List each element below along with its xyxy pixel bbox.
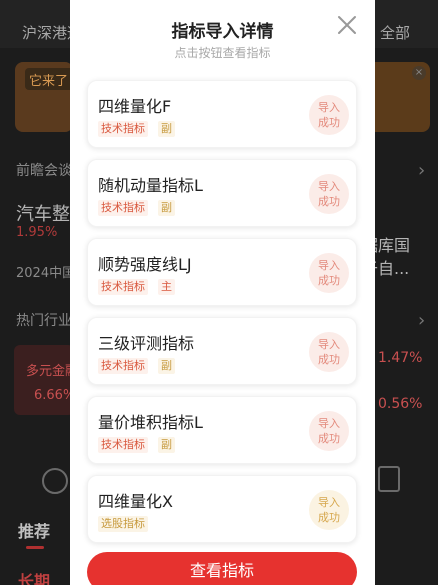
indicator-name: 随机动量指标L bbox=[98, 176, 203, 195]
tab-indicator bbox=[26, 546, 44, 549]
chevron-right-icon[interactable]: › bbox=[418, 160, 425, 181]
banner-chip: 它来了 bbox=[25, 68, 73, 90]
status-line2: 成功 bbox=[318, 353, 340, 366]
status-line1: 导入 bbox=[318, 496, 340, 509]
indicator-category-tag: 技术指标 bbox=[98, 200, 148, 216]
indicator-category-tag: 技术指标 bbox=[98, 358, 148, 374]
document-icon[interactable] bbox=[378, 466, 400, 492]
indicator-card[interactable]: 三级评测指标 技术指标 副 导入 成功 bbox=[87, 317, 357, 385]
indicator-type-tag: 主 bbox=[158, 279, 175, 295]
indicator-name: 四维量化F bbox=[98, 97, 172, 116]
section-preview: 前瞻会谈 bbox=[16, 163, 72, 179]
indicator-tags: 技术指标 副 bbox=[98, 437, 175, 453]
indicator-type-tag: 副 bbox=[158, 200, 175, 216]
hot-sector-change-right: 1.47% bbox=[378, 350, 423, 366]
status-line1: 导入 bbox=[318, 417, 340, 430]
close-icon[interactable] bbox=[332, 10, 362, 40]
promo-banner[interactable]: 它来了 bbox=[15, 62, 73, 132]
indicator-tags: 技术指标 副 bbox=[98, 358, 175, 374]
indicator-import-modal: 指标导入详情 点击按钮查看指标 四维量化F 技术指标 副 导入 成功 随机动量指… bbox=[70, 0, 375, 585]
status-line1: 导入 bbox=[318, 338, 340, 351]
status-line2: 成功 bbox=[318, 511, 340, 524]
modal-title: 指标导入详情 bbox=[171, 22, 274, 42]
indicator-tags: 选股指标 bbox=[98, 516, 148, 532]
chevron-right-icon[interactable]: › bbox=[418, 310, 425, 331]
indicator-type-tag: 副 bbox=[158, 121, 175, 137]
status-line2: 成功 bbox=[318, 432, 340, 445]
banner-close-icon[interactable]: × bbox=[412, 66, 426, 80]
import-success-badge: 导入 成功 bbox=[309, 174, 349, 214]
import-success-badge: 导入 成功 bbox=[309, 332, 349, 372]
view-indicators-button[interactable]: 查看指标 bbox=[87, 552, 357, 585]
indicator-name: 四维量化X bbox=[98, 492, 173, 511]
indicator-category-tag: 技术指标 bbox=[98, 437, 148, 453]
all-tab[interactable]: 全部 bbox=[380, 22, 410, 43]
status-line1: 导入 bbox=[318, 259, 340, 272]
indicator-type-tag: 副 bbox=[158, 437, 175, 453]
modal-subtitle: 点击按钮查看指标 bbox=[174, 46, 271, 60]
indicator-card[interactable]: 量价堆积指标L 技术指标 副 导入 成功 bbox=[87, 396, 357, 464]
indicator-name: 三级评测指标 bbox=[98, 334, 195, 353]
status-line1: 导入 bbox=[318, 101, 340, 114]
add-icon[interactable] bbox=[42, 468, 68, 494]
import-success-badge: 导入 成功 bbox=[309, 253, 349, 293]
import-success-badge: 导入 成功 bbox=[309, 490, 349, 530]
indicator-tags: 技术指标 副 bbox=[98, 121, 175, 137]
tab-recommend[interactable]: 推荐 bbox=[18, 518, 50, 542]
close-button[interactable] bbox=[332, 10, 362, 40]
tab-longterm[interactable]: 长期 bbox=[18, 568, 50, 585]
hot-sector-card[interactable] bbox=[14, 345, 74, 415]
status-line2: 成功 bbox=[318, 116, 340, 129]
status-line2: 成功 bbox=[318, 195, 340, 208]
indicator-card[interactable]: 随机动量指标L 技术指标 副 导入 成功 bbox=[87, 159, 357, 227]
hot-sector-change-right2: 0.56% bbox=[378, 396, 423, 412]
hot-sector-heading: 热门行业 bbox=[16, 313, 72, 329]
status-line1: 导入 bbox=[318, 180, 340, 193]
indicator-tags: 技术指标 主 bbox=[98, 279, 175, 295]
indicator-name: 顺势强度线LJ bbox=[98, 255, 192, 274]
indicator-card[interactable]: 四维量化X 选股指标 导入 成功 bbox=[87, 475, 357, 543]
news-snippet: 2024中国 bbox=[16, 266, 76, 281]
indicator-category-tag: 技术指标 bbox=[98, 279, 148, 295]
sector-change: 1.95% bbox=[16, 225, 58, 240]
indicator-tags: 技术指标 副 bbox=[98, 200, 175, 216]
indicator-category-tag: 技术指标 bbox=[98, 121, 148, 137]
import-success-badge: 导入 成功 bbox=[309, 95, 349, 135]
status-line2: 成功 bbox=[318, 274, 340, 287]
indicator-card[interactable]: 四维量化F 技术指标 副 导入 成功 bbox=[87, 80, 357, 148]
import-success-badge: 导入 成功 bbox=[309, 411, 349, 451]
indicator-category-tag: 选股指标 bbox=[98, 516, 148, 532]
indicator-card[interactable]: 顺势强度线LJ 技术指标 主 导入 成功 bbox=[87, 238, 357, 306]
indicator-name: 量价堆积指标L bbox=[98, 413, 203, 432]
indicator-type-tag: 副 bbox=[158, 358, 175, 374]
